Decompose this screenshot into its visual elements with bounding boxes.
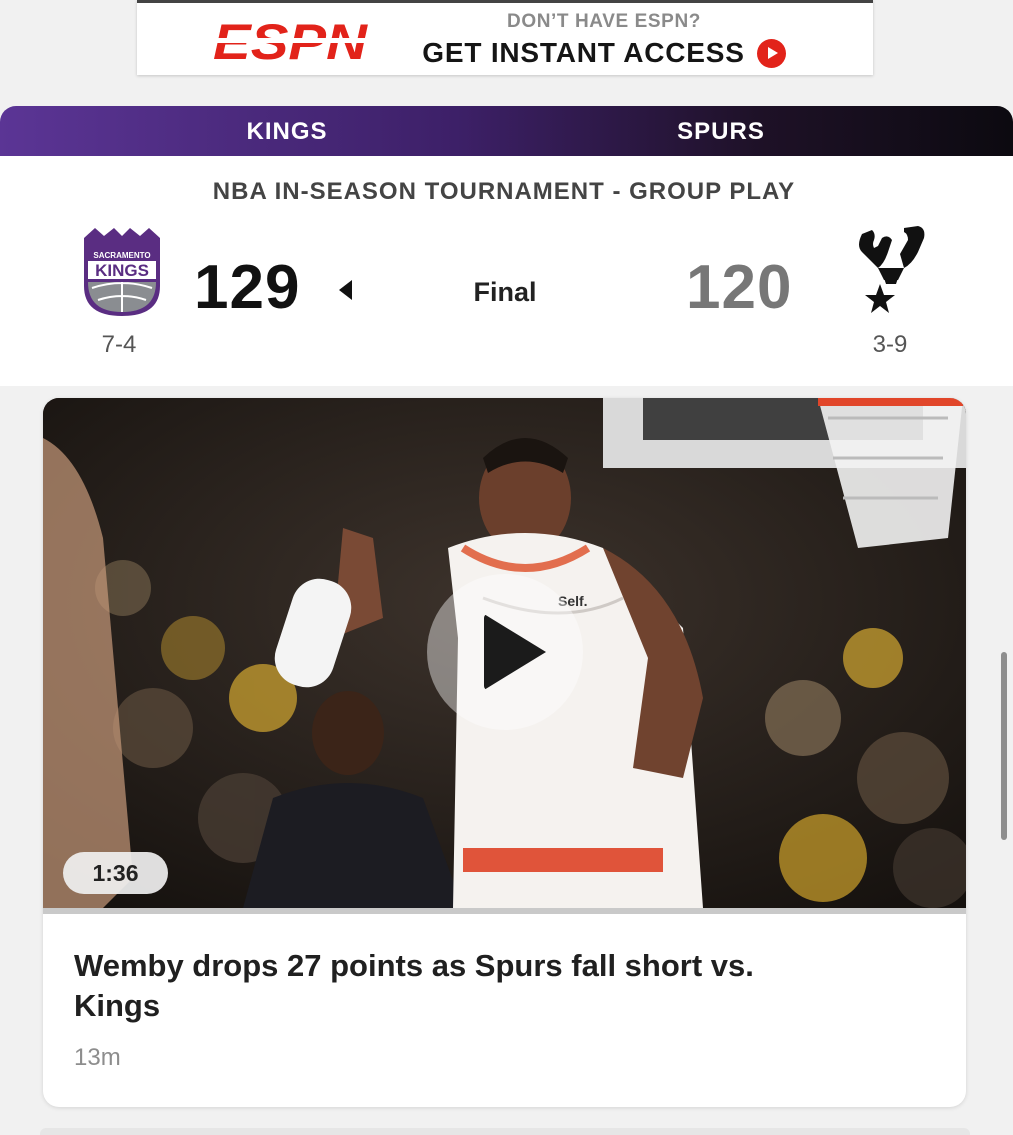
home-team-name: KINGS (246, 118, 328, 145)
kings-logo-top-text: SACRAMENTO (93, 251, 150, 260)
video-card[interactable]: Self. 1:36 Wemby drops 27 points as Spur… (43, 398, 966, 1107)
video-timestamp: 13m (74, 1044, 121, 1071)
kings-logo-main-text: KINGS (95, 261, 149, 280)
kings-logo-icon: SACRAMENTO KINGS (84, 228, 160, 316)
banner-cta[interactable]: DON’T HAVE ESPN? GET INSTANT ACCESS (399, 11, 809, 69)
home-score: 129 (194, 253, 301, 322)
away-record: 3-9 (872, 331, 908, 358)
away-team-name: SPURS (677, 118, 765, 145)
next-card-edge (40, 1128, 970, 1135)
banner-subtitle: DON’T HAVE ESPN? (507, 11, 701, 32)
play-icon[interactable] (427, 574, 583, 730)
video-headline[interactable]: Wemby drops 27 points as Spurs fall shor… (74, 946, 814, 1026)
scrollbar[interactable] (1001, 652, 1007, 840)
home-record: 7-4 (101, 331, 137, 358)
play-circle-icon (756, 38, 786, 68)
video-duration: 1:36 (63, 852, 168, 894)
video-progress-track (43, 908, 966, 914)
banner-cta-text: GET INSTANT ACCESS (422, 37, 745, 68)
espn-promo-banner[interactable]: ESPN DON’T HAVE ESPN? GET INSTANT ACCESS (137, 0, 873, 75)
away-score: 120 (686, 253, 793, 322)
scoreboard[interactable]: NBA IN-SEASON TOURNAMENT - GROUP PLAY SA… (0, 156, 1013, 386)
spurs-logo-icon (859, 226, 925, 313)
game-status: Final (473, 277, 537, 307)
team-header-bar: KINGS SPURS (0, 106, 1013, 156)
caret-left-icon (339, 280, 352, 300)
banner-cta-label[interactable]: GET INSTANT ACCESS (422, 37, 786, 69)
event-title: NBA IN-SEASON TOURNAMENT - GROUP PLAY (212, 178, 796, 205)
video-thumbnail[interactable]: Self. 1:36 (43, 398, 966, 908)
espn-logo: ESPN (211, 19, 371, 65)
